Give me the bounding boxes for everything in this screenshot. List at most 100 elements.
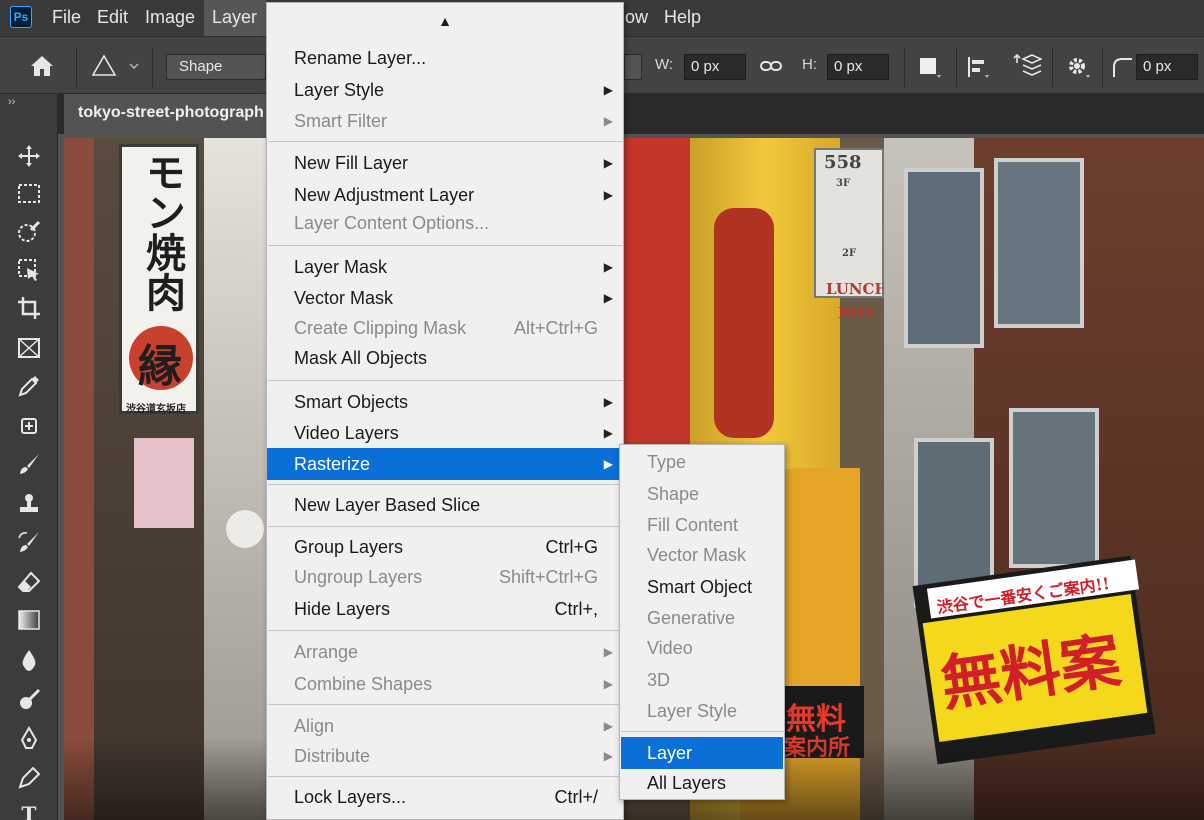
menu-item-combine-shapes[interactable]: Combine Shapes ▶	[267, 669, 623, 699]
submenu-arrow-icon: ▶	[603, 114, 613, 128]
gradient-tool-icon[interactable]	[17, 608, 41, 632]
link-icon[interactable]	[760, 56, 782, 76]
submenu-item-shape[interactable]: Shape	[620, 479, 784, 509]
mode-select[interactable]: Shape	[166, 54, 266, 80]
width-label: W:	[655, 56, 674, 73]
corner-radius-icon	[1110, 55, 1134, 79]
submenu-item-layer[interactable]: Layer	[621, 737, 783, 769]
menu-item-layer-content-options[interactable]: Layer Content Options...	[267, 208, 623, 238]
submenu-item-vector-mask[interactable]: Vector Mask	[620, 540, 784, 570]
tools-panel: ›› T	[0, 94, 58, 820]
gear-icon[interactable]	[1066, 55, 1092, 79]
menu-item-new-fill-layer[interactable]: New Fill Layer ▶	[267, 148, 623, 178]
menu-edit[interactable]: Edit	[89, 0, 136, 36]
submenu-item-smart-object[interactable]: Smart Object	[620, 572, 784, 602]
building-number-text: 558	[824, 152, 862, 173]
submenu-arrow-icon: ▶	[603, 260, 613, 274]
menu-item-align[interactable]: Align ▶	[267, 711, 623, 741]
layer-menu: ▲ Rename Layer... Layer Style ▶ Smart Fil…	[266, 2, 624, 820]
rasterize-submenu: Type Shape Fill Content Vector Mask Smar…	[619, 444, 785, 800]
healing-brush-tool-icon[interactable]	[17, 414, 41, 438]
menu-file[interactable]: File	[44, 0, 89, 36]
clone-stamp-tool-icon[interactable]	[17, 492, 41, 516]
document-tab[interactable]: tokyo-street-photograph	[64, 94, 284, 134]
menu-item-distribute[interactable]: Distribute ▶	[267, 741, 623, 771]
photoshop-logo: Ps	[10, 6, 32, 28]
submenu-arrow-icon: ▶	[603, 677, 613, 691]
menu-item-smart-objects[interactable]: Smart Objects ▶	[267, 387, 623, 417]
collapse-arrows-icon[interactable]: ››	[8, 96, 15, 108]
submenu-arrow-icon: ▶	[603, 749, 613, 763]
scroll-up-arrow-icon[interactable]: ▲	[267, 6, 623, 36]
submenu-arrow-icon: ▶	[603, 291, 613, 305]
menu-image[interactable]: Image	[137, 0, 203, 36]
submenu-arrow-icon: ▶	[603, 188, 613, 202]
menu-item-mask-all-objects[interactable]: Mask All Objects	[267, 343, 623, 373]
submenu-arrow-icon: ▶	[603, 426, 613, 440]
submenu-item-3d[interactable]: 3D	[620, 665, 784, 695]
box-text: BOX	[838, 304, 876, 322]
brush-tool-icon[interactable]	[17, 452, 41, 476]
document-tab-strip: tokyo-street-photograph	[58, 94, 1204, 134]
height-field[interactable]: 0 px	[827, 54, 889, 80]
align-edges-icon[interactable]	[966, 55, 992, 79]
menu-item-rasterize[interactable]: Rasterize ▶	[267, 448, 623, 480]
menu-item-arrange[interactable]: Arrange ▶	[267, 637, 623, 667]
quick-selection-tool-icon[interactable]	[17, 220, 41, 244]
pen-tool-2-icon[interactable]	[17, 766, 41, 790]
menu-item-lock-layers[interactable]: Lock Layers... Ctrl+/	[267, 782, 623, 812]
left-sign-small-text: 渋谷道玄坂店	[126, 404, 186, 415]
move-tool-icon[interactable]	[17, 144, 41, 168]
menu-layer[interactable]: Layer	[204, 0, 266, 36]
object-selection-tool-icon[interactable]	[17, 258, 41, 282]
marquee-tool-icon[interactable]	[17, 182, 41, 206]
submenu-arrow-icon: ▶	[603, 156, 613, 170]
submenu-arrow-icon: ▶	[603, 395, 613, 409]
eraser-tool-icon[interactable]	[17, 570, 41, 594]
blur-tool-icon[interactable]	[17, 648, 41, 672]
dodge-tool-icon[interactable]	[17, 688, 41, 712]
submenu-arrow-icon: ▶	[603, 83, 613, 97]
path-arrangement-icon[interactable]	[1012, 53, 1043, 79]
menu-item-ungroup-layers[interactable]: Ungroup Layers Shift+Ctrl+G	[267, 562, 623, 592]
triangle-shape-icon[interactable]	[91, 54, 140, 78]
submenu-arrow-icon: ▶	[603, 719, 613, 733]
submenu-item-generative[interactable]: Generative	[620, 603, 784, 633]
corner-radius-field[interactable]: 0 px	[1136, 54, 1198, 80]
submenu-item-type[interactable]: Type	[620, 447, 784, 477]
submenu-item-all-layers[interactable]: All Layers	[620, 768, 784, 798]
menu-help[interactable]: Help	[656, 0, 709, 36]
menu-item-create-clipping-mask[interactable]: Create Clipping Mask Alt+Ctrl+G	[267, 313, 623, 343]
submenu-item-fill-content[interactable]: Fill Content	[620, 510, 784, 540]
history-brush-tool-icon[interactable]	[17, 530, 41, 554]
menu-item-video-layers[interactable]: Video Layers ▶	[267, 418, 623, 448]
menu-item-rename-layer[interactable]: Rename Layer...	[267, 43, 623, 73]
home-icon[interactable]	[29, 54, 55, 78]
mode-select-arrow[interactable]	[624, 54, 642, 80]
submenu-arrow-icon: ▶	[603, 645, 613, 659]
crop-tool-icon[interactable]	[17, 296, 41, 320]
submenu-arrow-icon: ▶	[603, 457, 613, 471]
frame-tool-icon[interactable]	[17, 336, 41, 360]
pen-tool-icon[interactable]	[17, 726, 41, 750]
type-tool-icon[interactable]: T	[17, 802, 41, 820]
menu-item-new-layer-based-slice[interactable]: New Layer Based Slice	[267, 490, 623, 520]
left-sign-text: モン焼肉	[139, 152, 186, 312]
width-field[interactable]: 0 px	[684, 54, 746, 80]
menu-item-layer-mask[interactable]: Layer Mask ▶	[267, 252, 623, 282]
menu-item-new-adjustment-layer[interactable]: New Adjustment Layer ▶	[267, 180, 623, 210]
menu-item-layer-style[interactable]: Layer Style ▶	[267, 75, 623, 105]
eyedropper-tool-icon[interactable]	[17, 374, 41, 398]
submenu-item-layer-style[interactable]: Layer Style	[620, 696, 784, 726]
fill-swatch-icon[interactable]	[918, 55, 942, 79]
height-label: H:	[802, 56, 817, 73]
menu-item-hide-layers[interactable]: Hide Layers Ctrl+,	[267, 594, 623, 624]
floor-3f-text: 3F	[836, 178, 851, 189]
floor-2f-text: 2F	[842, 248, 857, 259]
left-sign-emblem-text: 縁	[138, 341, 182, 392]
menu-item-group-layers[interactable]: Group Layers Ctrl+G	[267, 532, 623, 562]
submenu-item-video[interactable]: Video	[620, 633, 784, 663]
lunch-text: LUNCH	[826, 280, 889, 298]
menu-item-vector-mask[interactable]: Vector Mask ▶	[267, 283, 623, 313]
menu-item-smart-filter[interactable]: Smart Filter ▶	[267, 106, 623, 136]
